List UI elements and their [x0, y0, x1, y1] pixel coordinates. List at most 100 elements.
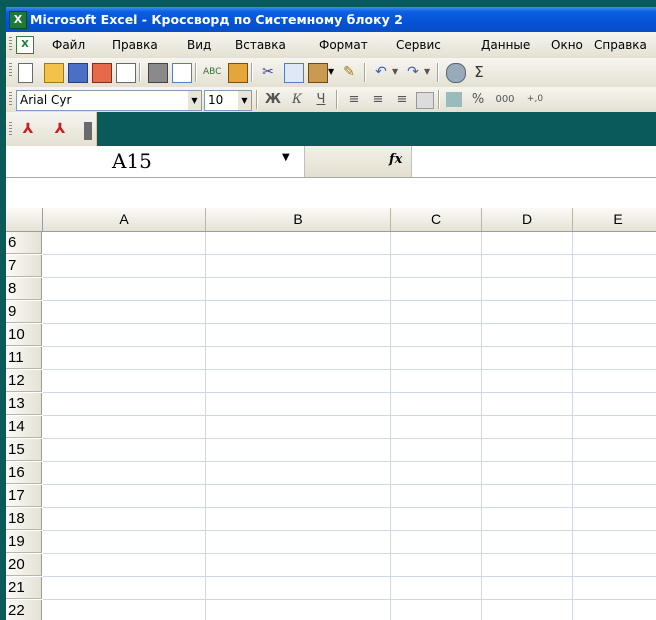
cell-d7[interactable]	[482, 255, 573, 278]
format-grip[interactable]	[9, 92, 12, 106]
cell-a14[interactable]	[43, 416, 206, 439]
cell-e14[interactable]	[573, 416, 656, 439]
cell-d16[interactable]	[482, 462, 573, 485]
cell-c9[interactable]	[391, 301, 482, 324]
menu-data[interactable]: Данные	[481, 32, 530, 58]
open-icon[interactable]	[44, 63, 64, 83]
cell-a18[interactable]	[43, 508, 206, 531]
cell-c10[interactable]	[391, 324, 482, 347]
pdf-grip[interactable]	[9, 122, 12, 136]
cell-b13[interactable]	[206, 393, 391, 416]
row-header[interactable]: 21	[6, 577, 42, 599]
row-header[interactable]: 18	[6, 508, 42, 530]
cell-c8[interactable]	[391, 278, 482, 301]
cell-c21[interactable]	[391, 577, 482, 600]
cell-c6[interactable]	[391, 232, 482, 255]
cell-d8[interactable]	[482, 278, 573, 301]
cell-c12[interactable]	[391, 370, 482, 393]
italic-button[interactable]: К	[287, 90, 307, 109]
increase-decimal-button[interactable]: +,0	[522, 90, 548, 109]
cell-a17[interactable]	[43, 485, 206, 508]
cell-c20[interactable]	[391, 554, 482, 577]
cell-e8[interactable]	[573, 278, 656, 301]
cell-a22[interactable]	[43, 600, 206, 620]
menu-edit[interactable]: Правка	[112, 32, 158, 58]
cell-a12[interactable]	[43, 370, 206, 393]
save-icon[interactable]	[68, 63, 88, 83]
cell-b11[interactable]	[206, 347, 391, 370]
cell-c16[interactable]	[391, 462, 482, 485]
spelling-icon[interactable]: ABC	[203, 63, 221, 81]
cell-a20[interactable]	[43, 554, 206, 577]
column-header-b[interactable]: B	[206, 208, 391, 231]
menu-file[interactable]: Файл	[52, 32, 85, 58]
chevron-down-icon[interactable]: ▼	[188, 91, 201, 110]
cell-a9[interactable]	[43, 301, 206, 324]
cell-d6[interactable]	[482, 232, 573, 255]
cell-d17[interactable]	[482, 485, 573, 508]
row-header[interactable]: 12	[6, 370, 42, 392]
cell-e13[interactable]	[573, 393, 656, 416]
row-header[interactable]: 20	[6, 554, 42, 576]
thousands-button[interactable]: 000	[492, 90, 518, 109]
align-left-icon[interactable]: ≡	[344, 90, 364, 109]
cell-d9[interactable]	[482, 301, 573, 324]
redo-dropdown-icon[interactable]: ▼	[424, 63, 432, 81]
cell-c17[interactable]	[391, 485, 482, 508]
row-header[interactable]: 11	[6, 347, 42, 369]
cell-e15[interactable]	[573, 439, 656, 462]
undo-dropdown-icon[interactable]: ▼	[392, 63, 400, 81]
align-right-icon[interactable]: ≡	[392, 90, 412, 109]
menu-help[interactable]: Справка	[594, 32, 647, 58]
cell-d14[interactable]	[482, 416, 573, 439]
cell-a21[interactable]	[43, 577, 206, 600]
cell-e11[interactable]	[573, 347, 656, 370]
cell-a15[interactable]	[43, 439, 206, 462]
column-header-d[interactable]: D	[482, 208, 573, 231]
cell-d13[interactable]	[482, 393, 573, 416]
cell-d10[interactable]	[482, 324, 573, 347]
row-header[interactable]: 19	[6, 531, 42, 553]
cell-b15[interactable]	[206, 439, 391, 462]
underline-button[interactable]: Ч	[311, 90, 331, 109]
cell-a8[interactable]	[43, 278, 206, 301]
paste-icon[interactable]	[308, 63, 328, 83]
paste-dropdown-icon[interactable]: ▼	[328, 63, 336, 81]
chevron-down-icon[interactable]: ▼	[282, 152, 290, 163]
merge-center-icon[interactable]	[416, 92, 434, 109]
column-header-a[interactable]: A	[43, 208, 206, 231]
cell-a13[interactable]	[43, 393, 206, 416]
cell-e6[interactable]	[573, 232, 656, 255]
autosum-icon[interactable]: Σ	[470, 63, 488, 81]
cell-e20[interactable]	[573, 554, 656, 577]
pdf-convert-icon[interactable]: ⅄	[19, 120, 37, 138]
cell-a11[interactable]	[43, 347, 206, 370]
cell-c22[interactable]	[391, 600, 482, 620]
cell-a6[interactable]	[43, 232, 206, 255]
cell-b19[interactable]	[206, 531, 391, 554]
chevron-down-icon[interactable]: ▼	[238, 91, 251, 110]
menu-window[interactable]: Окно	[551, 32, 583, 58]
email-icon[interactable]	[116, 63, 136, 83]
menu-view[interactable]: Вид	[187, 32, 211, 58]
cell-c18[interactable]	[391, 508, 482, 531]
row-header[interactable]: 10	[6, 324, 42, 346]
select-all-corner[interactable]	[6, 208, 43, 231]
print-icon[interactable]	[148, 63, 168, 83]
cell-c7[interactable]	[391, 255, 482, 278]
toolbar-grip[interactable]	[9, 63, 12, 77]
cell-e7[interactable]	[573, 255, 656, 278]
insert-function-icon[interactable]: fx	[389, 152, 402, 167]
cell-b10[interactable]	[206, 324, 391, 347]
cell-e16[interactable]	[573, 462, 656, 485]
row-header[interactable]: 15	[6, 439, 42, 461]
new-icon[interactable]	[18, 63, 33, 83]
research-icon[interactable]	[228, 63, 248, 83]
row-header[interactable]: 6	[6, 232, 42, 254]
bold-button[interactable]: Ж	[263, 90, 283, 109]
cell-b9[interactable]	[206, 301, 391, 324]
cell-e12[interactable]	[573, 370, 656, 393]
currency-icon[interactable]	[446, 92, 462, 107]
cell-e18[interactable]	[573, 508, 656, 531]
cell-b18[interactable]	[206, 508, 391, 531]
